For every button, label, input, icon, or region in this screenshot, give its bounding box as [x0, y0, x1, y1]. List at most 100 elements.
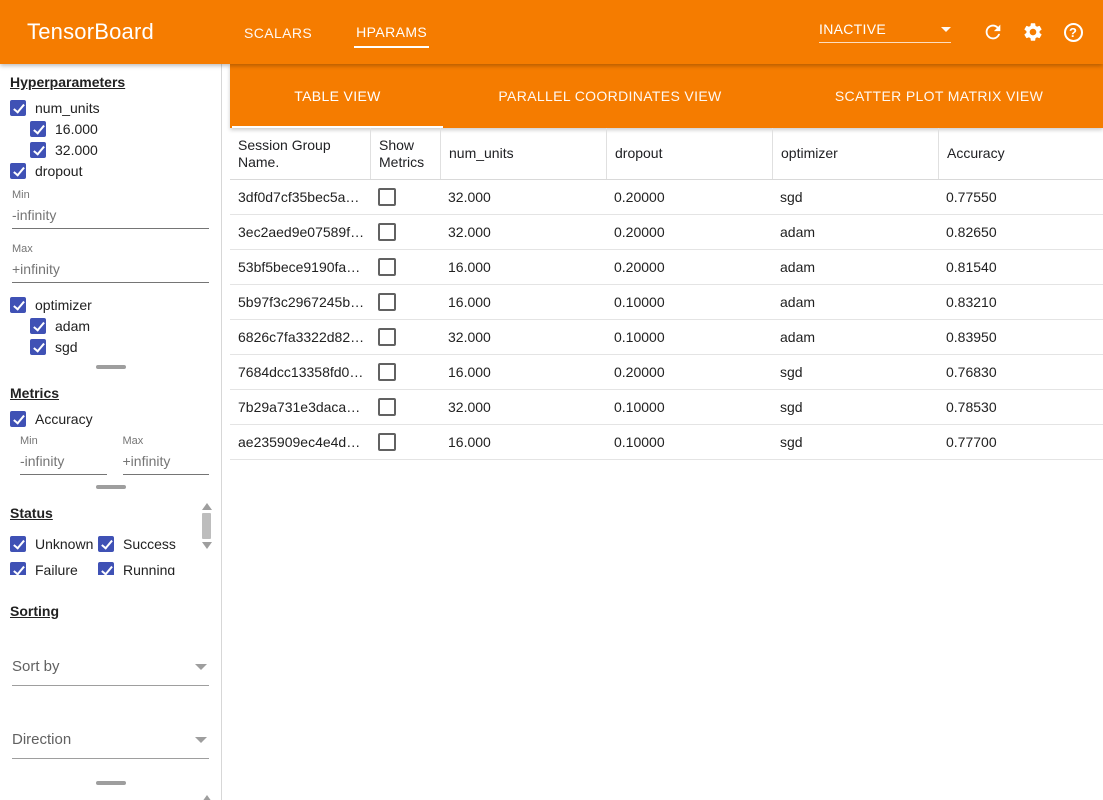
status-option-unknown[interactable]: Unknown	[10, 536, 98, 552]
status-option-success[interactable]: Success	[98, 536, 193, 552]
metrics-heading: Metrics	[10, 385, 211, 401]
hparam-value-sgd[interactable]: sgd	[30, 339, 211, 355]
hparam-optimizer[interactable]: optimizer	[10, 297, 211, 313]
dropdown-arrow-icon	[195, 737, 207, 743]
hparam-value-32[interactable]: 32.000	[30, 142, 211, 158]
checkbox-checked-icon	[30, 121, 46, 137]
hparam-value-label: adam	[55, 318, 90, 334]
show-metrics-checkbox[interactable]	[378, 223, 396, 241]
max-input[interactable]: +infinity	[12, 258, 209, 283]
min-input[interactable]: -infinity	[12, 204, 209, 229]
status-option-running[interactable]: Running	[98, 562, 193, 575]
hparam-label: num_units	[35, 100, 100, 116]
metric-accuracy[interactable]: Accuracy	[10, 411, 211, 427]
num-units-value: 32.000	[440, 180, 606, 214]
sorting-heading: Sorting	[10, 603, 211, 619]
sidebar-main-gap	[222, 64, 230, 800]
table-row: 3df0d7cf35bec5a… 32.000 0.20000 sgd 0.77…	[230, 180, 1103, 215]
accuracy-value: 0.77550	[938, 180, 1103, 214]
num-units-value: 16.000	[440, 250, 606, 284]
dropout-value: 0.20000	[606, 215, 772, 249]
table-row: 5b97f3c2967245b… 16.000 0.10000 adam 0.8…	[230, 285, 1103, 320]
session-groups-table: Session Group Name. Show Metrics num_uni…	[230, 128, 1103, 460]
optimizer-value: sgd	[772, 390, 938, 424]
num-units-value: 32.000	[440, 390, 606, 424]
help-icon[interactable]: ?	[1061, 20, 1085, 44]
hparam-value-16[interactable]: 16.000	[30, 121, 211, 137]
section-resize-handle[interactable]	[96, 485, 126, 489]
direction-value: Direction	[12, 731, 71, 748]
hparams-sidebar: Hyperparameters num_units 16.000 32.000 …	[0, 64, 222, 800]
session-group-name: ae235909ec4e4d…	[230, 425, 370, 459]
tab-table-view[interactable]: TABLE VIEW	[230, 64, 445, 128]
checkbox-checked-icon	[98, 562, 114, 575]
section-resize-handle[interactable]	[96, 365, 126, 369]
session-group-name: 7b29a731e3daca…	[230, 390, 370, 424]
hyperparameters-heading: Hyperparameters	[10, 74, 211, 90]
show-metrics-checkbox[interactable]	[378, 293, 396, 311]
sort-by-value: Sort by	[12, 658, 60, 675]
settings-icon[interactable]	[1021, 20, 1045, 44]
hparam-dropout[interactable]: dropout	[10, 163, 211, 179]
scroll-thumb[interactable]	[202, 513, 211, 539]
sort-by-select[interactable]: Sort by	[12, 649, 209, 686]
hparam-value-adam[interactable]: adam	[30, 318, 211, 334]
dropout-value: 0.20000	[606, 180, 772, 214]
status-heading: Status	[10, 505, 211, 521]
reload-interval-value: INACTIVE	[819, 21, 886, 37]
metric-min-field: Min -infinity	[20, 435, 107, 475]
show-metrics-checkbox[interactable]	[378, 363, 396, 381]
status-scrollbar[interactable]	[200, 503, 213, 549]
show-metrics-checkbox[interactable]	[378, 398, 396, 416]
tab-scalars[interactable]: SCALARS	[242, 17, 314, 47]
tab-scatter-plot-matrix-view[interactable]: SCATTER PLOT MATRIX VIEW	[775, 64, 1103, 128]
scroll-up-icon[interactable]	[202, 795, 212, 800]
checkbox-checked-icon	[98, 536, 114, 552]
status-label: Unknown	[35, 536, 93, 552]
num-units-value: 32.000	[440, 320, 606, 354]
show-metrics-checkbox[interactable]	[378, 258, 396, 276]
optimizer-value: sgd	[772, 180, 938, 214]
scroll-down-icon[interactable]	[202, 542, 212, 549]
scroll-up-icon[interactable]	[202, 503, 212, 510]
show-metrics-checkbox[interactable]	[378, 188, 396, 206]
checkbox-checked-icon	[10, 536, 26, 552]
dropdown-arrow-icon	[195, 664, 207, 670]
metric-max-input[interactable]: +infinity	[123, 450, 210, 475]
show-metrics-checkbox[interactable]	[378, 328, 396, 346]
metric-min-input[interactable]: -infinity	[20, 450, 107, 475]
hparam-value-label: 32.000	[55, 142, 98, 158]
status-option-failure[interactable]: Failure	[10, 562, 98, 575]
col-session-group-name: Session Group Name.	[230, 128, 370, 179]
refresh-icon[interactable]	[981, 20, 1005, 44]
optimizer-value: adam	[772, 215, 938, 249]
tab-hparams[interactable]: HPARAMS	[354, 16, 429, 48]
max-label: Max	[123, 435, 210, 447]
hparams-main: TABLE VIEW PARALLEL COORDINATES VIEW SCA…	[230, 64, 1103, 800]
dropout-value: 0.10000	[606, 285, 772, 319]
dropout-value: 0.10000	[606, 425, 772, 459]
hparam-num-units[interactable]: num_units	[10, 100, 211, 116]
accuracy-value: 0.82650	[938, 215, 1103, 249]
table-header-row: Session Group Name. Show Metrics num_uni…	[230, 128, 1103, 180]
show-metrics-checkbox[interactable]	[378, 433, 396, 451]
paging-scrollbar[interactable]	[200, 795, 213, 800]
table-row: ae235909ec4e4d… 16.000 0.10000 sgd 0.777…	[230, 425, 1103, 460]
min-label: Min	[20, 435, 107, 447]
hparam-value-label: sgd	[55, 339, 78, 355]
reload-interval-select[interactable]: INACTIVE	[819, 21, 951, 43]
status-label: Success	[123, 536, 176, 552]
optimizer-value: adam	[772, 250, 938, 284]
accuracy-value: 0.76830	[938, 355, 1103, 389]
optimizer-value: sgd	[772, 425, 938, 459]
dropout-value: 0.20000	[606, 355, 772, 389]
section-resize-handle[interactable]	[96, 781, 126, 785]
tab-parallel-coordinates-view[interactable]: PARALLEL COORDINATES VIEW	[445, 64, 775, 128]
hparam-value-label: 16.000	[55, 121, 98, 137]
dropdown-arrow-icon	[941, 27, 951, 32]
header-actions: INACTIVE ?	[819, 20, 1085, 44]
num-units-value: 16.000	[440, 355, 606, 389]
dropout-min-field: Min -infinity	[12, 189, 209, 229]
app-title: TensorBoard	[27, 19, 154, 45]
direction-select[interactable]: Direction	[12, 722, 209, 759]
